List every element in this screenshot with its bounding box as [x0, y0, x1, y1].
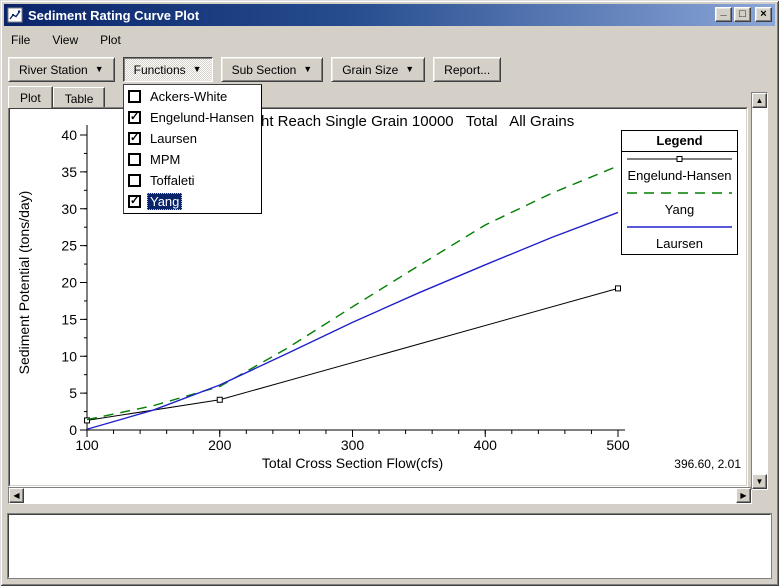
minimize-button[interactable]: _ — [715, 7, 732, 22]
scroll-left-icon[interactable]: ◀ — [9, 488, 24, 503]
functions-button[interactable]: Functions ▼ — [123, 57, 213, 82]
tab-bar: Plot Table — [8, 86, 105, 108]
svg-text:10: 10 — [61, 348, 77, 364]
grain-size-button[interactable]: Grain Size ▼ — [331, 57, 425, 82]
river-station-button[interactable]: River Station ▼ — [8, 57, 115, 82]
svg-text:100: 100 — [75, 437, 99, 453]
svg-text:30: 30 — [61, 201, 77, 217]
dropdown-arrow-icon: ▼ — [303, 65, 312, 74]
legend-line-sample — [622, 220, 737, 233]
message-panel — [8, 514, 771, 578]
checkbox-icon[interactable]: ✓ — [128, 195, 141, 208]
chart-title: ht Reach Single Grain 10000 Total All Gr… — [261, 113, 574, 130]
grain-size-label: Grain Size — [342, 63, 398, 77]
function-label: Ackers-White — [147, 88, 230, 105]
function-label: Engelund-Hansen — [147, 109, 257, 126]
scroll-up-icon[interactable]: ▲ — [752, 93, 767, 108]
menu-plot[interactable]: Plot — [95, 30, 130, 50]
legend-label: Engelund-Hansen — [622, 168, 737, 186]
functions-menu: Ackers-White ✓ Engelund-Hansen ✓ Laursen… — [123, 84, 262, 214]
svg-text:300: 300 — [341, 437, 365, 453]
svg-text:0: 0 — [69, 422, 77, 438]
svg-text:5: 5 — [69, 385, 77, 401]
function-menu-item-laursen[interactable]: ✓ Laursen — [124, 128, 261, 149]
legend-entry: Engelund-Hansen — [622, 152, 737, 186]
svg-text:40: 40 — [61, 127, 77, 143]
title-bar: Sediment Rating Curve Plot _ □ × — [4, 4, 775, 26]
report-button[interactable]: Report... — [433, 57, 501, 82]
function-menu-item-toffaleti[interactable]: Toffaleti — [124, 170, 261, 191]
legend-entry: Yang — [622, 186, 737, 220]
maximize-button[interactable]: □ — [734, 7, 751, 22]
svg-text:35: 35 — [61, 164, 77, 180]
menu-bar: File View Plot — [6, 30, 138, 50]
tab-plot[interactable]: Plot — [8, 86, 53, 108]
chart-legend: Legend Engelund-Hansen Yang Laursen — [621, 130, 738, 255]
toolbar: River Station ▼ Functions ▼ Sub Section … — [8, 57, 501, 82]
dropdown-arrow-icon: ▼ — [405, 65, 414, 74]
river-station-label: River Station — [19, 63, 88, 77]
legend-entry: Laursen — [622, 220, 737, 254]
legend-line-sample — [622, 152, 737, 165]
svg-text:200: 200 — [208, 437, 232, 453]
function-menu-item-yang[interactable]: ✓ Yang — [124, 191, 261, 212]
function-label: MPM — [147, 151, 183, 168]
legend-label: Laursen — [622, 236, 737, 254]
menu-view[interactable]: View — [47, 30, 87, 50]
checkbox-icon[interactable] — [128, 90, 141, 103]
function-menu-item-engelund-hansen[interactable]: ✓ Engelund-Hansen — [124, 107, 261, 128]
checkbox-icon[interactable] — [128, 153, 141, 166]
app-window: Sediment Rating Curve Plot _ □ × File Vi… — [0, 0, 779, 586]
app-icon — [7, 7, 23, 23]
svg-text:15: 15 — [61, 311, 77, 327]
sub-section-label: Sub Section — [232, 63, 297, 77]
legend-line-sample — [622, 186, 737, 199]
dropdown-arrow-icon: ▼ — [95, 65, 104, 74]
menu-file[interactable]: File — [6, 30, 39, 50]
cursor-coordinates: 396.60, 2.01 — [674, 457, 741, 471]
window-title: Sediment Rating Curve Plot — [28, 8, 199, 23]
horizontal-scrollbar[interactable]: ◀ ▶ — [8, 487, 752, 504]
checkbox-icon[interactable]: ✓ — [128, 111, 141, 124]
sub-section-button[interactable]: Sub Section ▼ — [221, 57, 324, 82]
scroll-right-icon[interactable]: ▶ — [736, 488, 751, 503]
report-label: Report... — [444, 63, 490, 77]
svg-text:Sediment Potential (tons/day): Sediment Potential (tons/day) — [16, 191, 32, 375]
close-button[interactable]: × — [755, 7, 772, 22]
scroll-down-icon[interactable]: ▼ — [752, 474, 767, 489]
vertical-scroll-track[interactable] — [752, 108, 767, 474]
plot-area: 100 200 300 400 500 0 5 10 15 20 25 30 35 40 Total Cro… — [8, 107, 748, 487]
legend-label: Yang — [622, 202, 737, 220]
function-menu-item-ackers-white[interactable]: Ackers-White — [124, 86, 261, 107]
function-label: Laursen — [147, 130, 200, 147]
svg-text:25: 25 — [61, 238, 77, 254]
svg-text:500: 500 — [606, 437, 630, 453]
horizontal-scroll-track[interactable] — [24, 488, 736, 503]
functions-label: Functions — [134, 63, 186, 77]
function-label: Yang — [147, 193, 182, 210]
svg-text:20: 20 — [61, 275, 77, 291]
checkbox-icon[interactable] — [128, 174, 141, 187]
legend-title: Legend — [622, 131, 737, 152]
legend-entries: Engelund-Hansen Yang Laursen — [622, 152, 737, 254]
function-label: Toffaleti — [147, 172, 198, 189]
function-menu-item-mpm[interactable]: MPM — [124, 149, 261, 170]
tab-table[interactable]: Table — [53, 87, 106, 108]
svg-text:Total Cross Section Flow(cfs): Total Cross Section Flow(cfs) — [262, 455, 443, 471]
checkbox-icon[interactable]: ✓ — [128, 132, 141, 145]
vertical-scrollbar[interactable]: ▲ ▼ — [751, 92, 768, 490]
dropdown-arrow-icon: ▼ — [193, 65, 202, 74]
svg-text:400: 400 — [474, 437, 498, 453]
